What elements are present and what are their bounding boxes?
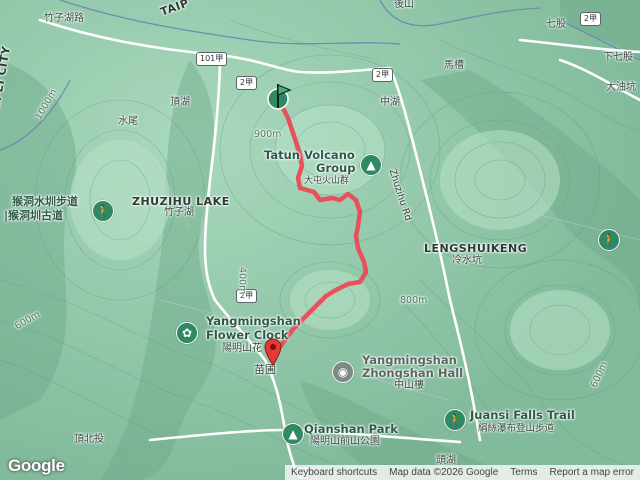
label-houkeng-trail-2: |猴洞圳古道: [4, 209, 64, 222]
label-tatun-zh: 大屯火山群: [304, 176, 350, 186]
label-zhuzihu-road: 竹子湖路: [44, 13, 84, 24]
label-lengshuikeng-zh: 冷水坑: [452, 255, 482, 266]
label-zhonghu: 中湖: [380, 97, 400, 108]
mountain-icon[interactable]: ▲: [360, 154, 382, 176]
label-flower-clock-1: Yangmingshan: [206, 314, 301, 328]
label-tatun-2: Group: [316, 161, 356, 175]
elevation-label: 800m: [400, 295, 428, 306]
label-qianshan-park: Qianshan Park: [304, 422, 398, 436]
label-dingbeitou: 頂北投: [74, 434, 104, 445]
label-zhuzihu-zh: 竹子湖: [164, 207, 194, 218]
google-logo: Google: [8, 456, 65, 475]
label-zhuzihu-lake: ZHUZIHU LAKE: [132, 195, 230, 208]
route-shield-2a: 2甲: [236, 76, 258, 90]
hiking-icon[interactable]: 🚶: [598, 229, 620, 251]
park-icon[interactable]: ▲: [282, 423, 304, 445]
label-dayoukeng: 大油坑: [606, 82, 636, 93]
waterfall-icon[interactable]: 🚶: [444, 409, 466, 431]
hiking-icon[interactable]: 🚶: [92, 200, 114, 222]
label-machao: 馬槽: [444, 60, 464, 71]
label-zhongshan-hall-zh: 中山樓: [394, 380, 424, 391]
label-houshan: 後山: [394, 0, 414, 10]
report-error-link[interactable]: Report a map error: [544, 465, 640, 480]
route-shield-2a-east: 2甲: [372, 68, 394, 82]
label-houkeng-trail-1: 猴洞水圳步道: [12, 195, 78, 208]
map-data-credit: Map data ©2026 Google: [389, 467, 499, 478]
label-zhongshan-hall-1: Yangmingshan: [362, 353, 457, 367]
label-qianshan-park-zh: 陽明山前山公園: [310, 436, 380, 447]
terms-link[interactable]: Terms: [504, 465, 543, 480]
label-zhongshan-hall-2: Zhongshan Hall: [362, 366, 464, 380]
label-tatun-1: Tatun Volcano: [264, 148, 355, 162]
landmark-icon[interactable]: ◉: [332, 361, 354, 383]
elevation-label: 900m: [254, 129, 282, 140]
label-lengshuikeng: LENGSHUIKENG: [424, 242, 528, 255]
elevation-label: 400m: [236, 267, 248, 295]
flower-icon[interactable]: ✿: [176, 322, 198, 344]
end-pin-marker[interactable]: [264, 338, 282, 366]
start-flag-marker[interactable]: [266, 82, 296, 112]
label-juansi-falls: Juansi Falls Trail: [470, 408, 575, 422]
label-juansi-falls-zh: 絹絲瀑布登山步道: [478, 423, 555, 434]
map-canvas[interactable]: 101甲 2甲 2甲 2甲 2甲 2 竹子湖路 TAIP TAIPEI CITY…: [0, 0, 640, 480]
label-shuiwei: 水尾: [118, 116, 138, 127]
label-dinghu: 頂湖: [170, 97, 190, 108]
label-flower-clock-zh: 陽明山花: [222, 343, 262, 354]
route-shield-2a-ne: 2甲: [580, 12, 602, 26]
label-qigu: 七股: [546, 19, 566, 30]
label-xiaqigu: 下七股: [603, 52, 633, 63]
keyboard-shortcuts-link[interactable]: Keyboard shortcuts: [285, 465, 383, 480]
attribution-bar: Keyboard shortcuts Map data ©2026 Google…: [284, 465, 640, 480]
route-shield-101a: 101甲: [196, 52, 228, 66]
